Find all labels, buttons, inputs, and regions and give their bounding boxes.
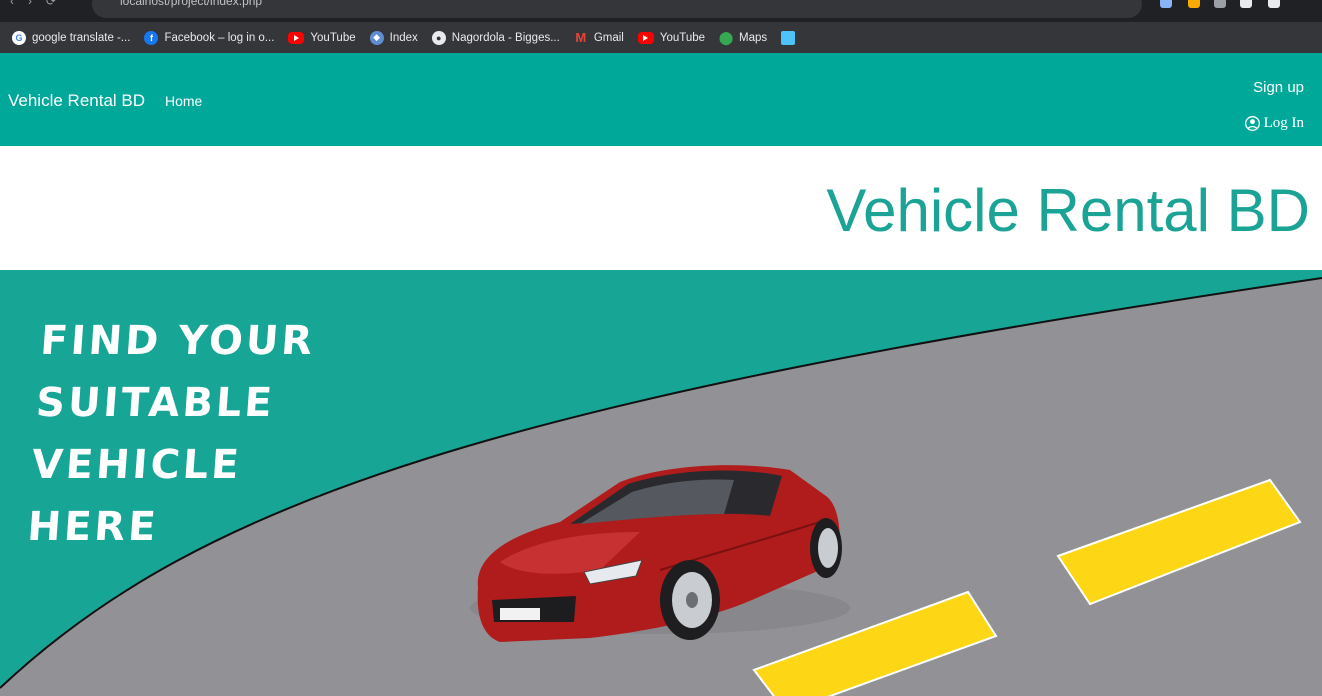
google-icon: G [12, 30, 26, 45]
tagline-line: Here [25, 504, 161, 550]
bookmark-maps[interactable]: ⬤ Maps [718, 29, 767, 45]
puzzle-icon[interactable] [1240, 0, 1252, 8]
sidebar-icon[interactable] [1268, 0, 1280, 8]
browser-toolbar: ‹›⟳ localhost/project/index.php [0, 0, 1322, 22]
extension-icon[interactable] [1160, 0, 1172, 8]
facebook-icon: f [144, 30, 159, 45]
gmail-icon: M [575, 30, 587, 45]
bookmark-facebook[interactable]: f Facebook – log in o... [144, 30, 274, 45]
login-link[interactable]: Log In [1244, 115, 1304, 132]
hero-banner: Find your Suitable Vehicle Here [0, 270, 1322, 696]
tagline-line: Suitable [34, 380, 277, 426]
user-circle-icon [1244, 116, 1260, 131]
browser-nav-buttons[interactable]: ‹›⟳ [10, 0, 70, 8]
bookmark-nagordola[interactable]: ● Nagordola - Bigges... [431, 30, 560, 45]
rear-wheel [810, 518, 842, 578]
index-icon: ◆ [369, 30, 384, 45]
youtube-icon [288, 31, 305, 44]
bookmark-google-translate[interactable]: G google translate -... [12, 30, 130, 45]
youtube-icon [637, 31, 654, 44]
maps-icon: ⬤ [718, 29, 734, 45]
bookmark-image[interactable] [781, 30, 801, 45]
image-icon [781, 30, 796, 45]
login-label: Log In [1263, 115, 1304, 131]
bookmark-index[interactable]: ◆ Index [369, 30, 418, 45]
bookmarks-bar: G google translate -... f Facebook – log… [0, 22, 1322, 53]
signup-link[interactable]: Sign up [1253, 79, 1304, 96]
extension-icon[interactable] [1188, 0, 1200, 8]
tagline-line: Find your [38, 318, 317, 364]
site-navbar: Vehicle Rental BD Home Sign up Log In [0, 53, 1322, 146]
nav-home-link[interactable]: Home [165, 93, 202, 109]
front-wheel [660, 560, 720, 640]
page-title: Vehicle Rental BD [826, 177, 1310, 244]
hero-header: Vehicle Rental BD [0, 146, 1322, 270]
bookmark-youtube-2[interactable]: YouTube [637, 31, 705, 44]
globe-icon: ● [431, 30, 446, 45]
hero-tagline: Find your Suitable Vehicle Here [25, 310, 317, 558]
tagline-line: Vehicle [30, 442, 244, 488]
bookmark-youtube[interactable]: YouTube [288, 31, 356, 44]
bookmark-gmail[interactable]: M Gmail [574, 30, 623, 45]
extension-icon[interactable] [1214, 0, 1226, 8]
address-url: localhost/project/index.php [120, 0, 263, 8]
brand-link[interactable]: Vehicle Rental BD [8, 91, 145, 111]
